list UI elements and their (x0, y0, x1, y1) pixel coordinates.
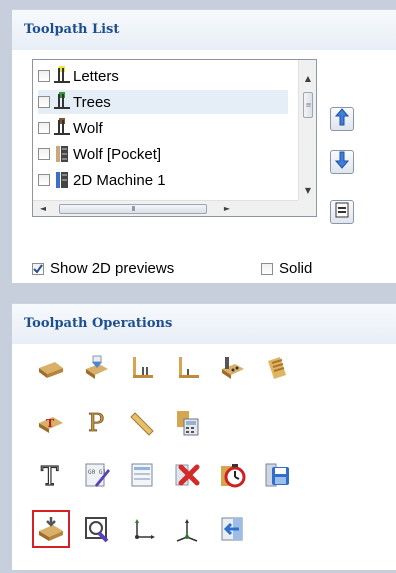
move-up-icon (334, 108, 350, 130)
toolpath-checkbox[interactable] (38, 96, 50, 108)
scroll-corner (298, 200, 316, 216)
list-item[interactable]: 2D Machine 1 (38, 168, 166, 192)
toolpath-operations-panel: Toolpath Operations T P T G0 G1 (12, 303, 396, 570)
toolpath-label: Wolf (73, 119, 103, 137)
toolpath-listbox[interactable]: Letters Trees Wolf Wolf [Pocket] 2D Mach… (32, 59, 317, 217)
fluting-icon[interactable]: T (36, 410, 66, 440)
show-2d-previews-checkbox[interactable] (32, 262, 44, 275)
roughing-icon[interactable] (36, 355, 66, 385)
grip-icon: III (131, 205, 135, 213)
tree-view-icon (335, 202, 349, 222)
vcarve-icon[interactable]: P (82, 408, 112, 438)
delete-toolpath-icon[interactable] (172, 460, 202, 490)
scroll-up-arrow-icon[interactable]: ▲ (299, 74, 316, 84)
tree-view-button[interactable] (330, 200, 354, 224)
pocket-icon[interactable] (172, 353, 202, 383)
toolpath-yellow-icon (53, 66, 71, 86)
drilling-icon[interactable] (218, 353, 248, 383)
show-2d-previews-option[interactable]: Show 2D previews (32, 260, 174, 277)
list-item[interactable]: Wolf [Pocket] (38, 142, 161, 166)
toolpath-label: Trees (73, 93, 111, 111)
toolpath-green-icon (53, 92, 71, 112)
grip-icon: ≡ (305, 101, 312, 109)
vertical-scrollbar[interactable]: ▲ ≡ ▼ (298, 60, 316, 200)
fluting-letter: T (46, 417, 55, 430)
move-down-button[interactable] (330, 150, 354, 174)
finishing-icon[interactable] (82, 353, 112, 383)
save-toolpath-icon[interactable] (262, 460, 292, 490)
engraving-text-icon[interactable]: T (36, 460, 66, 490)
texture-icon[interactable] (262, 353, 292, 383)
scroll-right-arrow-icon[interactable]: ► (221, 204, 233, 214)
solid-checkbox[interactable] (261, 262, 273, 275)
toolpath-operations-title: Toolpath Operations (12, 304, 396, 344)
axis-rotate-icon[interactable] (172, 514, 202, 544)
origin-xy-icon[interactable] (128, 514, 158, 544)
horizontal-scrollbar[interactable]: ◄ III ► (33, 200, 298, 216)
time-estimate-icon[interactable] (218, 460, 248, 490)
toolpath-list-panel: Toolpath List Letters Trees Wolf Wolf [P… (12, 9, 396, 283)
calculator-icon[interactable] (172, 408, 202, 438)
toolpath-label: 2D Machine 1 (73, 171, 166, 189)
gcode-template-icon[interactable] (128, 460, 158, 490)
toolpath-list-title: Toolpath List (12, 10, 396, 50)
text-tool-letter: T (41, 462, 59, 489)
preview-icon[interactable] (82, 514, 112, 544)
move-up-button[interactable] (330, 107, 354, 131)
import-toolpath-icon[interactable] (218, 514, 248, 544)
gcode-edit-icon[interactable]: G0 G1 (82, 460, 112, 490)
horizontal-scroll-thumb[interactable]: III (59, 204, 207, 214)
inlay-icon[interactable] (128, 408, 158, 438)
solid-option[interactable]: Solid (261, 260, 312, 277)
toolpath-checkbox[interactable] (38, 174, 50, 186)
toolpath-checkbox[interactable] (38, 122, 50, 134)
list-item[interactable]: Trees (38, 90, 288, 114)
toolpath-brown-icon (53, 118, 71, 138)
profile-icon[interactable] (128, 353, 158, 383)
toolpath-label: Wolf [Pocket] (73, 145, 162, 163)
solid-label: Solid (279, 260, 313, 277)
machine-toolpath-icon (53, 170, 71, 190)
list-item[interactable]: Wolf (38, 116, 103, 140)
vcarve-letter: P (88, 409, 104, 437)
toolpath-label: Letters (73, 67, 119, 85)
list-item[interactable]: Letters (38, 64, 119, 88)
material-setup-icon[interactable] (32, 510, 70, 548)
pocket-toolpath-icon (53, 144, 71, 164)
move-down-icon (334, 151, 350, 173)
toolpath-checkbox[interactable] (38, 148, 50, 160)
scroll-down-arrow-icon[interactable]: ▼ (299, 186, 316, 196)
show-2d-previews-label: Show 2D previews (50, 260, 175, 277)
scroll-left-arrow-icon[interactable]: ◄ (37, 204, 49, 214)
vertical-scroll-thumb[interactable]: ≡ (303, 92, 313, 118)
toolpath-checkbox[interactable] (38, 70, 50, 82)
